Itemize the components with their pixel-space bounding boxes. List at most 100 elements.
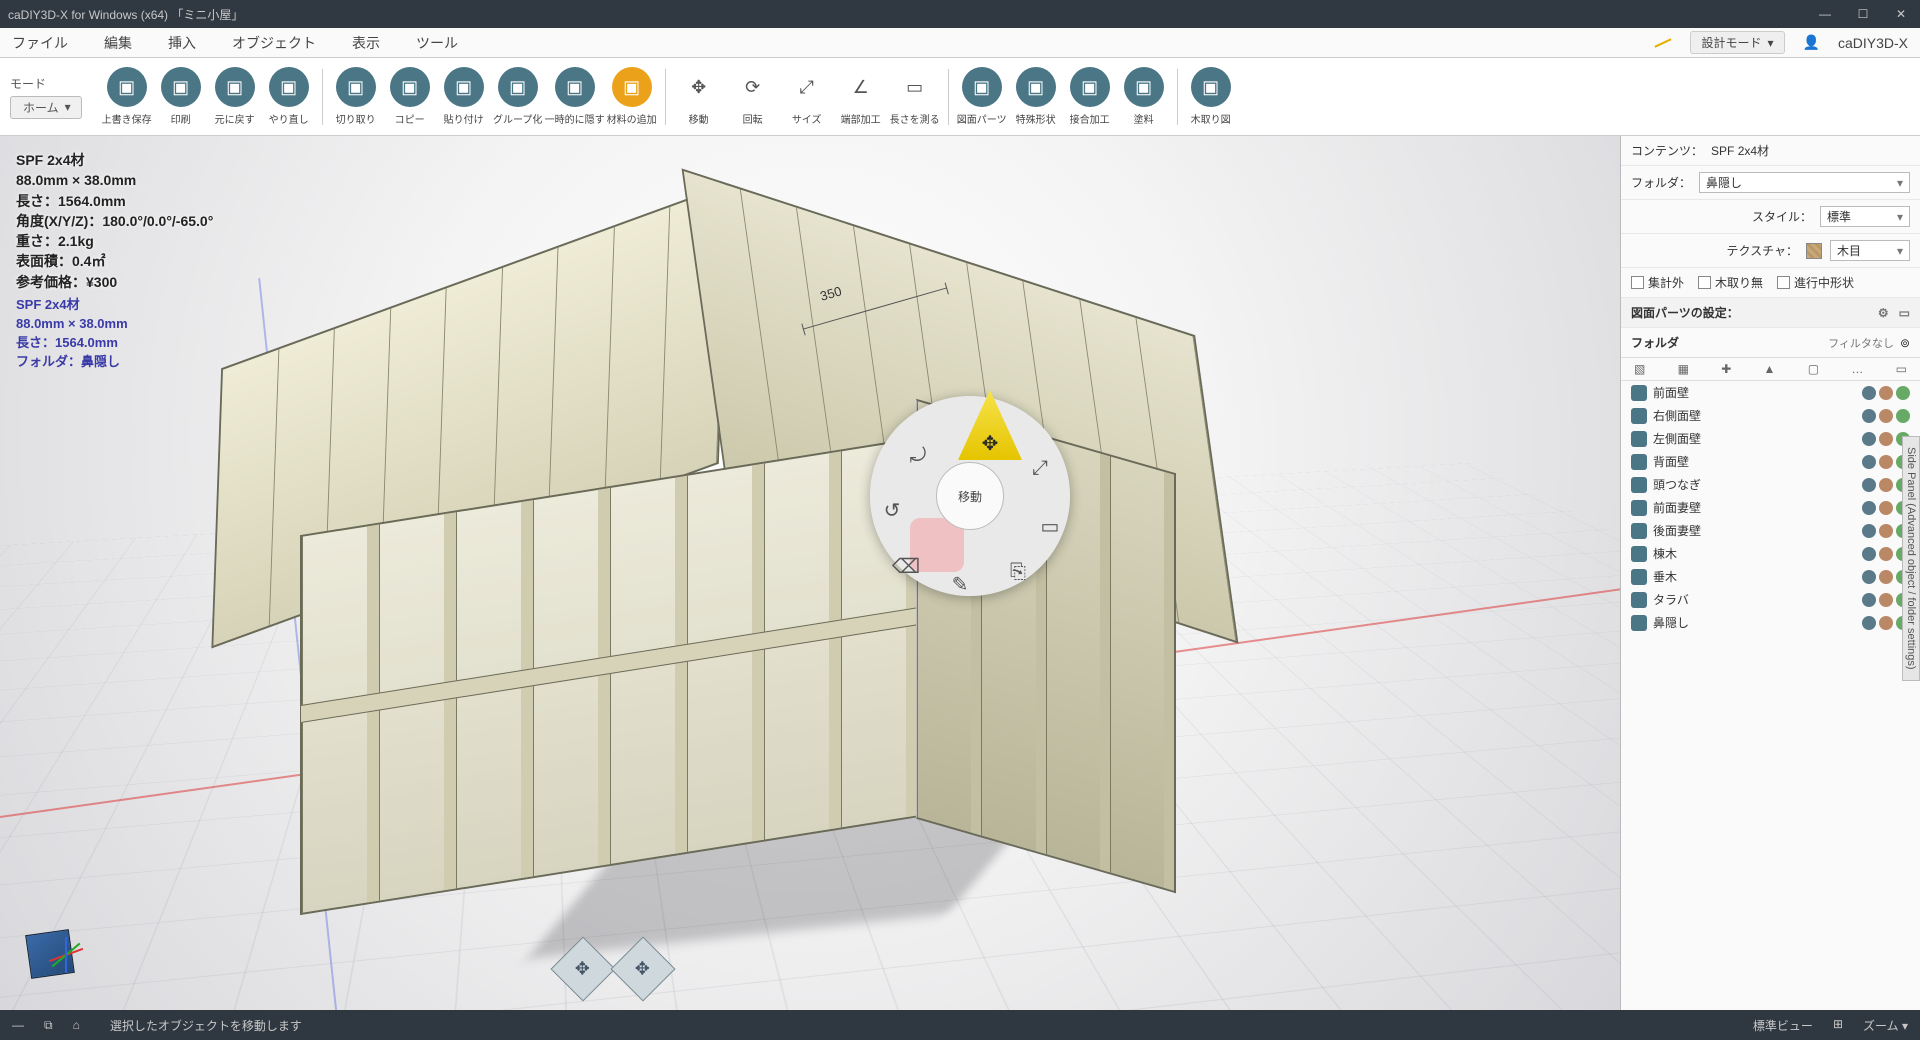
tree-row[interactable]: タラバ [1621, 588, 1920, 611]
tree-action-icon[interactable] [1862, 478, 1876, 492]
redo-button[interactable]: ▣やり直し [262, 67, 316, 126]
drawing-parts-button[interactable]: ▣図面パーツ [955, 67, 1009, 126]
pie-center[interactable]: 移動 [936, 462, 1004, 530]
axis-widget[interactable] [18, 922, 88, 992]
home-dropdown[interactable]: ホーム▾ [10, 96, 82, 119]
tree-action-icon[interactable] [1862, 593, 1876, 607]
copy-button[interactable]: ▣コピー [383, 67, 437, 126]
tree-action-icon[interactable] [1879, 501, 1893, 515]
paint-button[interactable]: ▣塗料 [1117, 67, 1171, 126]
texture-select[interactable]: 木目 [1830, 240, 1910, 261]
folder-select[interactable]: 鼻隠し [1699, 172, 1910, 193]
tree-row[interactable]: 右側面壁 [1621, 404, 1920, 427]
size-button[interactable]: ⤢サイズ [780, 67, 834, 126]
status-left-1[interactable]: ⧉ [44, 1018, 53, 1033]
revert-button[interactable]: ▣一時的に隠す [545, 67, 605, 126]
folder-tool-1[interactable]: ▦ [1675, 362, 1692, 376]
joiner-button[interactable]: ▣接合加工 [1063, 67, 1117, 126]
tree-row[interactable]: 頭つなぎ [1621, 473, 1920, 496]
tree-action-icon[interactable] [1879, 409, 1893, 423]
tree-action-icon[interactable] [1879, 524, 1893, 538]
pie-slice-2[interactable]: ⎘ [988, 542, 1048, 602]
tree-row[interactable]: 垂木 [1621, 565, 1920, 588]
rotate-button[interactable]: ⟳回転 [726, 67, 780, 126]
special-button[interactable]: ▣特殊形状 [1009, 67, 1063, 126]
folder-tool-2[interactable]: ✚ [1718, 362, 1734, 376]
viewport-3d[interactable]: 350 SPF 2x4材 88.0mm × 38.0mm長さ：1564.0mm角… [0, 136, 1620, 1010]
folder-settings-icon[interactable]: ⊚ [1900, 336, 1910, 350]
status-right-0[interactable]: 標準ビュー [1753, 1017, 1813, 1034]
tree-action-icon[interactable] [1879, 478, 1893, 492]
tree-action-icon[interactable] [1862, 547, 1876, 561]
status-left-2[interactable]: ⌂ [73, 1018, 80, 1032]
status-right-1[interactable]: ⊞ [1833, 1017, 1843, 1034]
pie-slice-6[interactable]: ⤾ [888, 426, 948, 486]
menu-item-2[interactable]: 挿入 [168, 33, 196, 53]
tree-row[interactable]: 棟木 [1621, 542, 1920, 565]
parts-icon-2[interactable]: ▭ [1899, 306, 1910, 320]
floor-next-button[interactable]: ✥ [610, 936, 675, 1001]
tree-action-icon[interactable] [1862, 501, 1876, 515]
tree-row[interactable]: 背面壁 [1621, 450, 1920, 473]
tree-row[interactable]: 前面壁 [1621, 381, 1920, 404]
pie-slice-4[interactable]: ⌫ [876, 536, 936, 596]
tree-action-icon[interactable] [1862, 455, 1876, 469]
print-button[interactable]: ▣印刷 [154, 67, 208, 126]
folder-tool-3[interactable]: ▲ [1761, 362, 1779, 376]
floor-prev-button[interactable]: ✥ [550, 936, 615, 1001]
tree-action-icon[interactable] [1879, 455, 1893, 469]
paste-button[interactable]: ▣貼り付け [437, 67, 491, 126]
tree-action-icon[interactable] [1862, 524, 1876, 538]
folder-tool-4[interactable]: ▢ [1805, 362, 1822, 376]
move-button[interactable]: ✥移動 [672, 67, 726, 126]
tree-row[interactable]: 鼻隠し [1621, 611, 1920, 634]
check-2[interactable]: 進行中形状 [1777, 274, 1854, 291]
bom-button[interactable]: ▣木取り図 [1184, 67, 1238, 126]
tree-action-icon[interactable] [1879, 593, 1893, 607]
pie-slice-0[interactable]: ⤢ [1010, 438, 1070, 498]
style-select[interactable]: 標準 [1820, 206, 1910, 227]
tree-row[interactable]: 後面妻壁 [1621, 519, 1920, 542]
undo-button[interactable]: ▣元に戻す [208, 67, 262, 126]
tree-action-icon[interactable] [1862, 386, 1876, 400]
menu-item-3[interactable]: オブジェクト [232, 33, 316, 53]
side-panel-tab[interactable]: Side Panel (Advanced object / folder set… [1902, 436, 1920, 681]
cut-button[interactable]: ▣切り取り [329, 67, 383, 126]
pie-slice-3[interactable]: ✎ [930, 554, 990, 614]
tree-row[interactable]: 左側面壁 [1621, 427, 1920, 450]
parts-icon-1[interactable]: ⚙ [1878, 306, 1889, 320]
menu-item-0[interactable]: ファイル [12, 33, 68, 53]
check-0[interactable]: 集計外 [1631, 274, 1684, 291]
tree-action-icon[interactable] [1879, 547, 1893, 561]
check-1[interactable]: 木取り無 [1698, 274, 1763, 291]
folder-tool-6[interactable]: ▭ [1893, 362, 1910, 376]
length-button[interactable]: ▭長さを測る [888, 67, 942, 126]
menu-item-5[interactable]: ツール [416, 33, 458, 53]
menu-item-1[interactable]: 編集 [104, 33, 132, 53]
tree-action-icon[interactable] [1862, 432, 1876, 446]
status-right-2[interactable]: ズーム ▾ [1863, 1017, 1908, 1034]
window-close-button[interactable]: ✕ [1890, 7, 1912, 21]
tree-action-icon[interactable] [1862, 409, 1876, 423]
tree-action-icon[interactable] [1862, 570, 1876, 584]
pie-menu[interactable]: ✥ ⤢ ▭ ⎘ ✎ ⌫ ↺ ⤾ 移動 [870, 396, 1070, 596]
add-material-button[interactable]: ▣材料の追加 [605, 67, 659, 126]
status-left-0[interactable]: — [12, 1018, 24, 1032]
tree-action-icon[interactable] [1879, 616, 1893, 630]
folder-tool-0[interactable]: ▧ [1631, 362, 1648, 376]
tree-row[interactable]: 前面妻壁 [1621, 496, 1920, 519]
pie-slice-5[interactable]: ↺ [862, 480, 922, 540]
tree-action-icon[interactable] [1879, 432, 1893, 446]
save-button[interactable]: ▣上書き保存 [100, 67, 154, 126]
window-max-button[interactable]: ☐ [1852, 7, 1874, 21]
tree-action-icon[interactable] [1879, 386, 1893, 400]
edge-button[interactable]: ∠端部加工 [834, 67, 888, 126]
tree-action-icon[interactable] [1896, 386, 1910, 400]
mode-selector[interactable]: 設計モード▾ [1690, 31, 1784, 54]
tree-action-icon[interactable] [1896, 409, 1910, 423]
tree-action-icon[interactable] [1879, 570, 1893, 584]
window-min-button[interactable]: — [1814, 7, 1836, 21]
tree-action-icon[interactable] [1862, 616, 1876, 630]
group-button[interactable]: ▣グループ化 [491, 67, 545, 126]
folder-tool-5[interactable]: … [1848, 362, 1866, 376]
